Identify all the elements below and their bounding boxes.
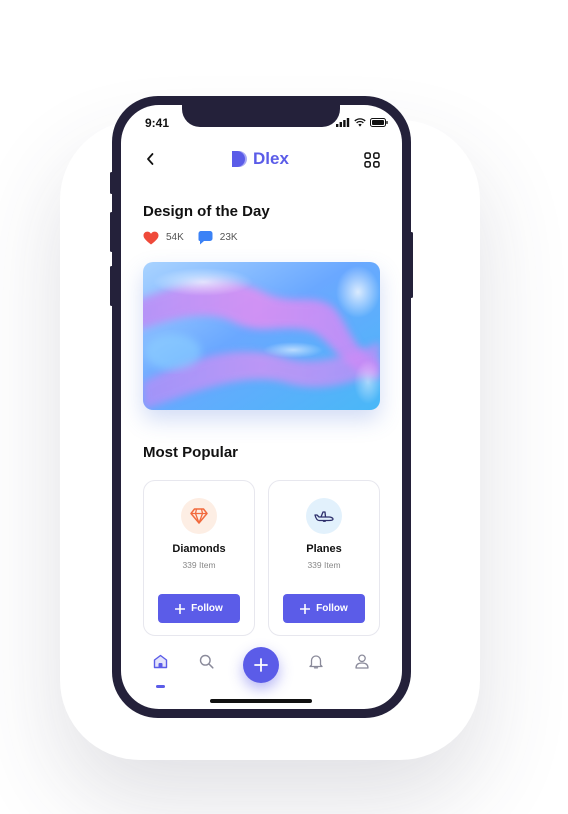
card-item-count: 339 Item — [307, 560, 341, 570]
app-header: Dlex — [121, 149, 402, 171]
likes-stat[interactable]: 54K — [143, 231, 184, 245]
wifi-icon — [354, 118, 366, 127]
comment-icon — [198, 231, 213, 245]
phone-button — [410, 232, 413, 298]
active-nav-indicator — [156, 685, 165, 688]
add-icon — [254, 658, 268, 672]
diamond-icon-badge — [181, 498, 217, 534]
app-logo: Dlex — [230, 149, 289, 169]
status-time: 9:41 — [145, 116, 170, 130]
likes-count: 54K — [166, 232, 184, 243]
bottom-nav — [121, 640, 402, 700]
category-card[interactable]: Planes 339 Item Follow — [268, 480, 380, 636]
back-icon[interactable] — [145, 151, 155, 167]
logo-icon — [232, 151, 247, 167]
follow-button[interactable]: Follow — [158, 594, 240, 623]
comments-count: 23K — [219, 232, 238, 243]
follow-label: Follow — [191, 603, 223, 614]
plus-icon — [300, 603, 311, 614]
app-name: Dlex — [253, 149, 289, 168]
plus-icon — [175, 603, 186, 614]
search-icon[interactable] — [199, 654, 214, 669]
follow-button[interactable]: Follow — [283, 594, 365, 623]
card-title: Planes — [306, 543, 342, 555]
battery-icon — [370, 118, 388, 127]
diamond-icon — [190, 508, 208, 524]
add-button[interactable] — [243, 647, 279, 683]
phone-button — [110, 266, 113, 306]
menu-grid-icon[interactable] — [364, 152, 380, 168]
bell-icon[interactable] — [309, 654, 323, 669]
category-card[interactable]: Diamonds 339 Item Follow — [143, 480, 255, 636]
phone-button — [110, 212, 113, 252]
phone-button — [110, 172, 113, 194]
plane-icon-badge — [306, 498, 342, 534]
plane-icon — [314, 511, 334, 522]
notch — [182, 105, 340, 127]
heart-icon — [143, 231, 159, 244]
home-indicator-bar — [210, 699, 312, 703]
signal-icon — [336, 118, 350, 127]
comments-stat[interactable]: 23K — [198, 230, 238, 245]
design-stats: 54K 23K — [143, 230, 252, 245]
home-icon[interactable] — [153, 654, 168, 669]
status-icons — [336, 118, 388, 127]
card-title: Diamonds — [172, 543, 226, 555]
card-item-count: 339 Item — [182, 560, 216, 570]
section-title-most-popular: Most Popular — [143, 444, 239, 461]
abstract-gradient-image — [143, 262, 380, 410]
phone-screen: 9:41 Dlex Design of the Day 54K 23K Most… — [121, 105, 402, 709]
follow-label: Follow — [316, 603, 348, 614]
section-title-design-of-day: Design of the Day — [143, 203, 270, 220]
design-of-day-image[interactable] — [143, 262, 380, 410]
user-icon[interactable] — [355, 654, 369, 669]
